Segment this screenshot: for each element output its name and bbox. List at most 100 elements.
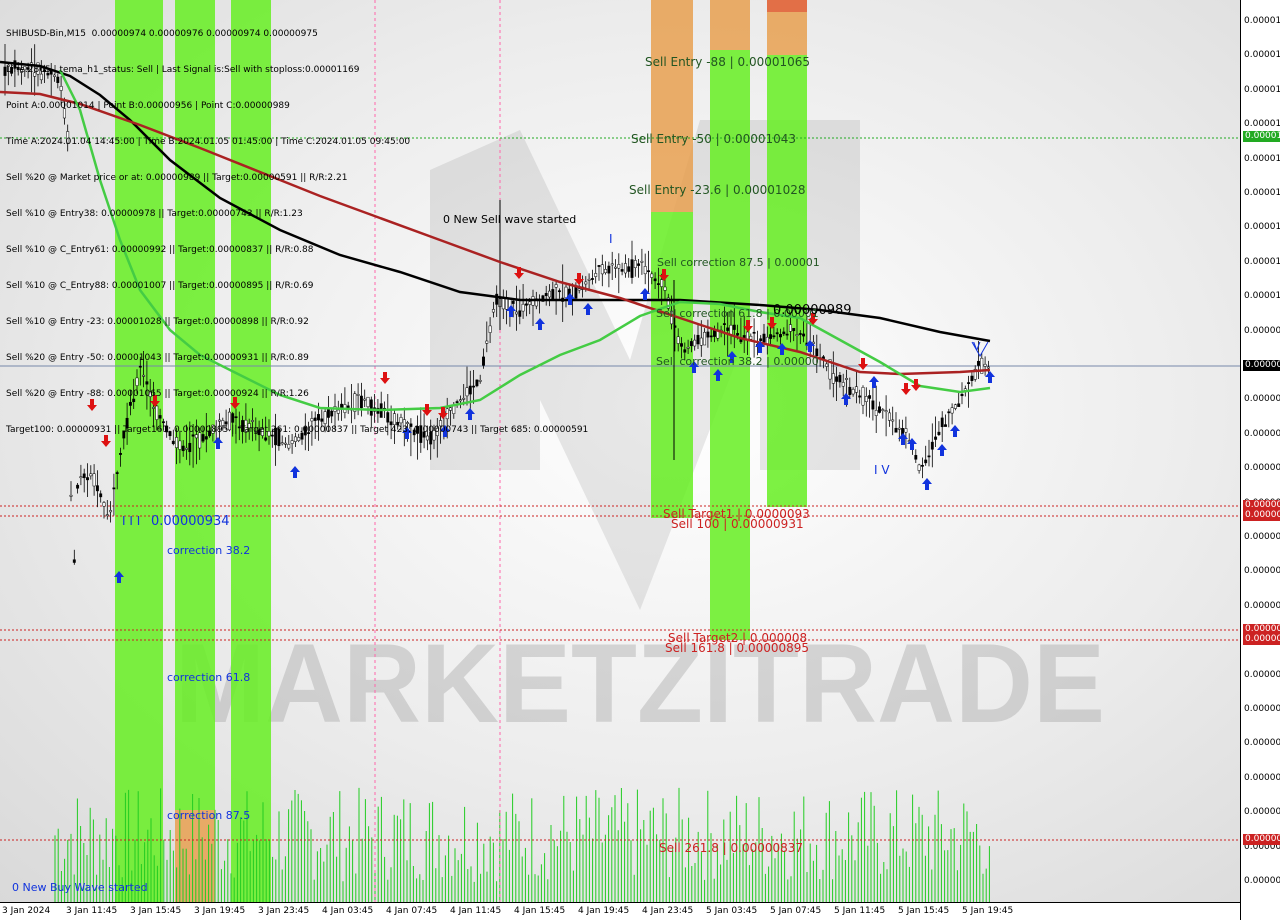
time-tick-label: 3 Jan 15:45 [130, 906, 182, 916]
candle-body [686, 346, 690, 349]
candle-body [630, 259, 634, 278]
candle-body [841, 382, 845, 387]
buy-arrow-icon [985, 371, 995, 383]
price-tick-label: 0.00001 [1244, 291, 1280, 301]
time-tick-label: 3 Jan 11:45 [66, 906, 118, 916]
candle-body [788, 324, 792, 332]
candle-body [967, 382, 971, 384]
candle-body [950, 407, 954, 414]
price-tick-label: 0.000008 [1244, 738, 1280, 748]
time-tick-label: 3 Jan 23:45 [258, 906, 310, 916]
price-tick-label: 0.000009 [1244, 532, 1280, 542]
wave-iii-label: I I I [122, 514, 141, 528]
candle-body [699, 337, 703, 346]
info-line: Time A:2024.01.04 14:45:00 | Time B:2024… [6, 137, 411, 147]
buy-arrow-icon [922, 478, 932, 490]
candle-body [759, 338, 763, 341]
time-axis[interactable]: 3 Jan 2024 3 Jan 11:45 3 Jan 15:45 3 Jan 19… [0, 902, 1240, 921]
candle-body [594, 273, 598, 277]
candle-body [706, 331, 710, 338]
candle-body [891, 419, 895, 422]
candle-body [960, 393, 964, 397]
price-tick-label: 0.000008 [1244, 601, 1280, 611]
candle-body [620, 269, 624, 272]
candle-body [878, 406, 881, 413]
candle-body [930, 441, 934, 450]
time-tick-label: 4 Jan 03:45 [322, 906, 374, 916]
candle-body [663, 286, 667, 291]
candle-body [884, 410, 888, 413]
candle-body [871, 400, 875, 410]
candle-body [112, 487, 116, 490]
candle-body [887, 412, 891, 421]
candle-body [79, 476, 83, 479]
candle-body [983, 363, 987, 367]
candle-body [656, 283, 660, 285]
candle-body [937, 431, 941, 435]
candle-body [689, 341, 693, 347]
price-tick-label: 0.000008 [1244, 773, 1280, 783]
candle-body [590, 278, 594, 280]
candle-body [92, 473, 96, 487]
candle-body [914, 455, 918, 460]
candle-body [72, 559, 76, 563]
candle-body [977, 360, 980, 366]
time-tick-label: 5 Jan 11:45 [834, 906, 886, 916]
info-line: Sell %20 @ Market price or at: 0.0000098… [6, 173, 348, 183]
candle-body [795, 334, 799, 336]
price-box-label: 0.000009 [1243, 510, 1280, 521]
price-tick-label: 0.000008 [1244, 807, 1280, 817]
candle-body [762, 333, 766, 343]
candle-body [633, 260, 637, 268]
candle-body [640, 260, 644, 263]
candle-body [785, 333, 789, 336]
candle-body [637, 263, 641, 266]
current-price-tag: 0.00000989 [773, 303, 852, 318]
candle-body [76, 484, 80, 489]
candle-body [775, 332, 779, 335]
candle-body [897, 427, 901, 430]
sell-entry-23-label: Sell Entry -23.6 | 0.00001028 [629, 183, 806, 197]
price-box-label: 0.000010 [1243, 131, 1280, 142]
buy-arrow-icon [869, 376, 879, 388]
sell-entry-88-label: Sell Entry -88 | 0.00001065 [645, 55, 811, 69]
buy-arrow-icon [950, 425, 960, 437]
candle-body [920, 464, 924, 467]
wave-v-label: V [973, 340, 981, 353]
signal-zone [767, 55, 807, 507]
candle-body [917, 464, 921, 471]
candle-body [858, 395, 862, 398]
candle-body [944, 424, 947, 427]
candle-body [703, 332, 707, 346]
candle-body [779, 334, 782, 338]
candle-body [643, 266, 647, 275]
info-line: Line:2865 | tema_h1_status: Sell | Last … [6, 65, 360, 75]
candle-body [597, 265, 601, 267]
buy-arrow-icon [290, 466, 300, 478]
candle-body [623, 263, 627, 274]
candle-body [109, 510, 113, 513]
price-tick-label: 0.000009 [1244, 429, 1280, 439]
signal-zone [767, 0, 807, 12]
candle-body [934, 436, 938, 440]
candle-body [772, 335, 776, 338]
candle-body [99, 493, 103, 498]
candle-body [604, 269, 608, 274]
price-tick-label: 0.00001 [1244, 50, 1280, 60]
info-line: Sell %10 @ Entry -23: 0.00001028 || Targ… [6, 317, 309, 327]
candle-body [986, 366, 990, 369]
candle-body [722, 323, 726, 325]
time-tick-label: 4 Jan 15:45 [514, 906, 566, 916]
price-tick-label: 0.000009 [1244, 394, 1280, 404]
candle-body [696, 334, 700, 345]
price-box-label: 0.000008 [1243, 834, 1280, 845]
candle-body [957, 403, 961, 407]
candle-body [927, 455, 931, 458]
candle-body [95, 485, 99, 492]
chart-area[interactable]: MARKETZITRADE SHIBUSD-Bin,M15 0.00000974… [0, 0, 1240, 902]
correction-875-label: correction 87.5 [167, 809, 251, 822]
candle-body [835, 376, 839, 382]
candle-body [924, 459, 928, 464]
candle-body [693, 339, 697, 347]
correction-618-label: correction 61.8 [167, 671, 251, 684]
